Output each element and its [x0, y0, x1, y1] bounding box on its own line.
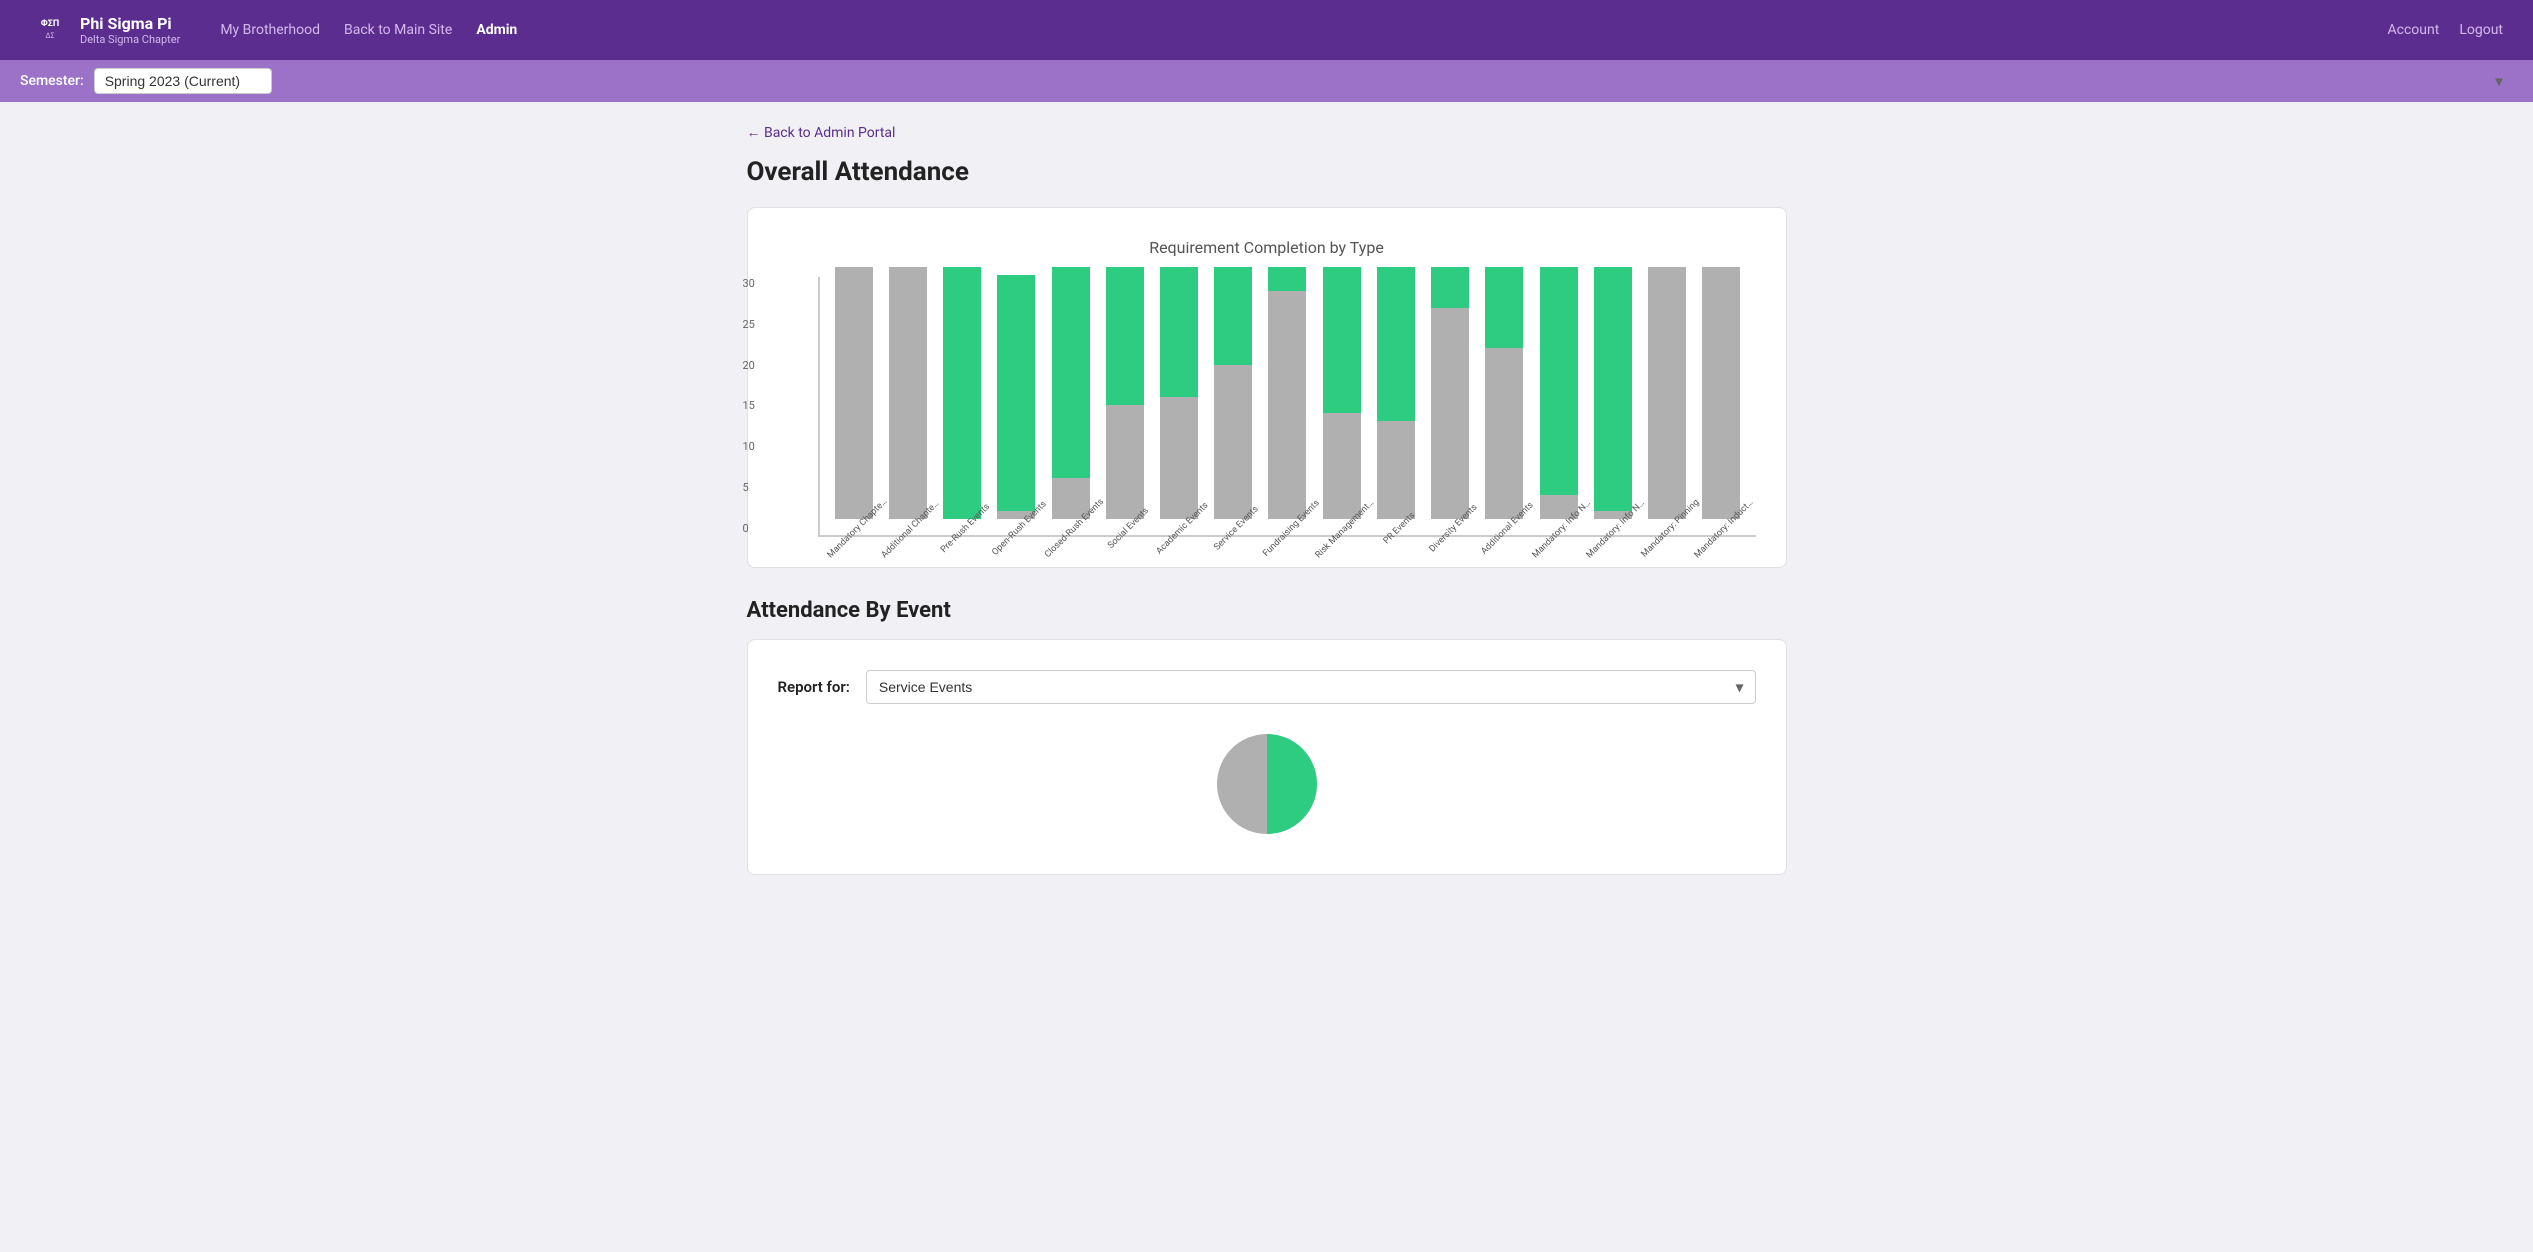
main-nav: My Brotherhood Back to Main Site Admin [220, 22, 2387, 38]
attendance-by-event-title: Attendance By Event [747, 598, 1787, 623]
bar-segment-incomplete [1485, 348, 1523, 519]
chart-wrapper: 0 5 10 15 20 25 30 Mandatory Chapter Mee… [778, 277, 1756, 537]
bar-segment-complete [1323, 267, 1361, 413]
bar-stack [1052, 267, 1090, 519]
bar-group: Open-Rush Events [992, 275, 1040, 535]
bar-stack [1214, 267, 1252, 519]
bar-chart: Mandatory Chapter Mee...Additional Chapt… [818, 277, 1756, 537]
semester-label: Semester: [20, 73, 84, 89]
page-title: Overall Attendance [747, 157, 1787, 187]
bar-segment-incomplete [1106, 405, 1144, 519]
bar-segment-complete [1160, 267, 1198, 397]
back-to-admin-link[interactable]: ← Back to Admin Portal [747, 124, 896, 141]
pie-chart [1207, 724, 1327, 844]
nav-back-to-main-site[interactable]: Back to Main Site [344, 22, 452, 38]
bar-group: Diversity Events [1426, 267, 1474, 535]
bar-segment-incomplete [1431, 308, 1469, 519]
bar-group: Fundraising Events [1263, 267, 1311, 535]
brand-name: Phi Sigma Pi [80, 14, 180, 33]
bar-stack [943, 267, 981, 519]
nav-my-brotherhood[interactable]: My Brotherhood [220, 22, 320, 38]
semester-select-wrapper: Spring 2023 (Current) [94, 68, 2513, 94]
bar-group: Social Events [1101, 267, 1149, 535]
bar-group: Closed-Rush Events [1046, 267, 1094, 535]
bar-segment-complete [943, 267, 981, 519]
y-axis: 0 5 10 15 20 25 30 [743, 277, 755, 537]
nav-logout[interactable]: Logout [2459, 22, 2503, 38]
bar-stack [997, 275, 1035, 519]
bar-group: Mandatory: Info Night > [1535, 267, 1583, 535]
pie-area [778, 724, 1756, 844]
report-for-label: Report for: [778, 678, 850, 696]
bar-group: Mandatory: Pinning [1643, 267, 1691, 535]
logo-icon: ΦΣΠ ΔΣ [30, 10, 70, 50]
bar-stack [1540, 267, 1578, 519]
attendance-by-event-card: Report for: Mandatory Chapter MeetingsAd… [747, 639, 1787, 875]
bar-segment-complete [1377, 267, 1415, 421]
bar-segment-complete [1214, 267, 1252, 365]
bar-group: Mandatory Chapter Mee... [830, 267, 878, 535]
brand: ΦΣΠ ΔΣ Phi Sigma Pi Delta Sigma Chapter [30, 10, 180, 50]
semester-bar: Semester: Spring 2023 (Current) [0, 60, 2533, 102]
semester-select[interactable]: Spring 2023 (Current) [94, 68, 272, 94]
bar-stack [1160, 267, 1198, 519]
bar-segment-complete [1052, 267, 1090, 478]
bar-segment-incomplete [1323, 413, 1361, 519]
header: ΦΣΠ ΔΣ Phi Sigma Pi Delta Sigma Chapter … [0, 0, 2533, 60]
bar-group: Risk Management Even... [1318, 267, 1366, 535]
bar-stack [1323, 267, 1361, 519]
bar-segment-complete [1485, 267, 1523, 348]
bar-segment-complete [1431, 267, 1469, 308]
bar-stack [1648, 267, 1686, 519]
bar-stack [1702, 267, 1740, 519]
bar-segment-incomplete [1702, 267, 1740, 519]
bar-segment-incomplete [835, 267, 873, 519]
bar-group: Mandatory: Induction [1697, 267, 1745, 535]
chart-title: Requirement Completion by Type [778, 238, 1756, 257]
header-right: Account Logout [2388, 22, 2503, 38]
bar-stack [1268, 267, 1306, 519]
bar-group: Mandatory: Info Night > [1589, 267, 1637, 535]
bar-group: Service Events [1209, 267, 1257, 535]
bar-group: Additional Events [1480, 267, 1528, 535]
bar-stack [1377, 267, 1415, 519]
bar-segment-incomplete [1214, 365, 1252, 519]
bar-group: PR Events [1372, 267, 1420, 535]
bar-stack [1594, 267, 1632, 519]
report-for-select[interactable]: Mandatory Chapter MeetingsAdditional Cha… [866, 670, 1756, 704]
svg-text:ΔΣ: ΔΣ [46, 32, 55, 40]
bar-segment-incomplete [1268, 291, 1306, 519]
brand-chapter: Delta Sigma Chapter [80, 33, 180, 46]
bar-segment-complete [1540, 267, 1578, 495]
bar-group: Pre-Rush Events [938, 267, 986, 535]
bar-stack [1485, 267, 1523, 519]
bar-stack [835, 267, 873, 519]
report-for-select-wrapper: Mandatory Chapter MeetingsAdditional Cha… [866, 670, 1756, 704]
bar-segment-complete [1106, 267, 1144, 405]
bar-segment-incomplete [1160, 397, 1198, 519]
bar-group: Academic Events [1155, 267, 1203, 535]
bar-stack [1431, 267, 1469, 519]
svg-text:ΦΣΠ: ΦΣΠ [41, 19, 59, 29]
bar-segment-complete [1268, 267, 1306, 291]
bar-stack [1106, 267, 1144, 519]
bar-segment-incomplete [889, 267, 927, 519]
bar-segment-incomplete [1648, 267, 1686, 519]
main-content: ← Back to Admin Portal Overall Attendanc… [717, 102, 1817, 925]
overall-attendance-card: Requirement Completion by Type 0 5 10 15… [747, 207, 1787, 568]
nav-account[interactable]: Account [2388, 22, 2440, 38]
bar-stack [889, 267, 927, 519]
report-for-row: Report for: Mandatory Chapter MeetingsAd… [778, 670, 1756, 704]
nav-admin[interactable]: Admin [476, 22, 517, 38]
bar-segment-incomplete [1377, 421, 1415, 519]
bar-segment-complete [997, 275, 1035, 511]
bar-group: Additional Chapter Mee... [884, 267, 932, 535]
bar-segment-complete [1594, 267, 1632, 511]
